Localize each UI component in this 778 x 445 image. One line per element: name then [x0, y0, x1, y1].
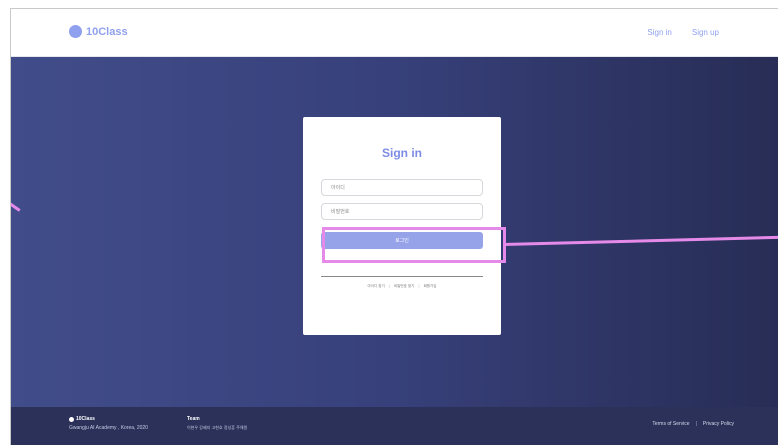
annotation-highlight-box [322, 227, 506, 263]
link-separator: | [418, 284, 420, 288]
footer-brand-name: 10Class [76, 416, 95, 422]
logo-circle-icon [69, 25, 82, 38]
brand-logo[interactable]: 10Class [69, 25, 128, 38]
nav-sign-up-link[interactable]: Sign up [692, 28, 719, 37]
account-links: 아이디 찾기 | 비밀번호 찾기 | 회원가입 [303, 284, 501, 289]
nav-sign-in-link[interactable]: Sign in [647, 28, 671, 37]
browser-viewport: 10Class Sign in Sign up Sign in 로그인 아이디 … [10, 8, 778, 445]
password-input[interactable] [321, 203, 483, 220]
login-title: Sign in [382, 146, 422, 160]
footer-logo-circle-icon [69, 416, 74, 422]
find-password-link[interactable]: 비밀번호 찾기 [394, 284, 414, 289]
footer-separator: | [695, 421, 697, 427]
username-input[interactable] [321, 179, 483, 196]
find-id-link[interactable]: 아이디 찾기 [368, 284, 385, 289]
divider [321, 276, 483, 277]
header-nav: Sign in Sign up [647, 28, 719, 37]
terms-link[interactable]: Terms of Service [652, 421, 689, 427]
link-separator: | [388, 284, 390, 288]
footer-links: Terms of Service | Privacy Policy [652, 421, 734, 427]
privacy-link[interactable]: Privacy Policy [703, 421, 734, 427]
site-footer: 10Class Gwangju AI Academy , Korea, 2020… [11, 407, 778, 445]
brand-name: 10Class [86, 25, 128, 38]
login-card: Sign in 로그인 아이디 찾기 | 비밀번호 찾기 | 회원가입 [303, 117, 501, 335]
footer-team-members: 이현우 강혜지 고현호 정성훈 주해원 [187, 425, 248, 430]
footer-subtitle: Gwangju AI Academy , Korea, 2020 [69, 425, 148, 431]
footer-team-title: Team [187, 416, 200, 422]
register-link[interactable]: 회원가입 [424, 284, 437, 289]
footer-brand: 10Class [69, 416, 95, 422]
site-header: 10Class Sign in Sign up [11, 9, 778, 57]
